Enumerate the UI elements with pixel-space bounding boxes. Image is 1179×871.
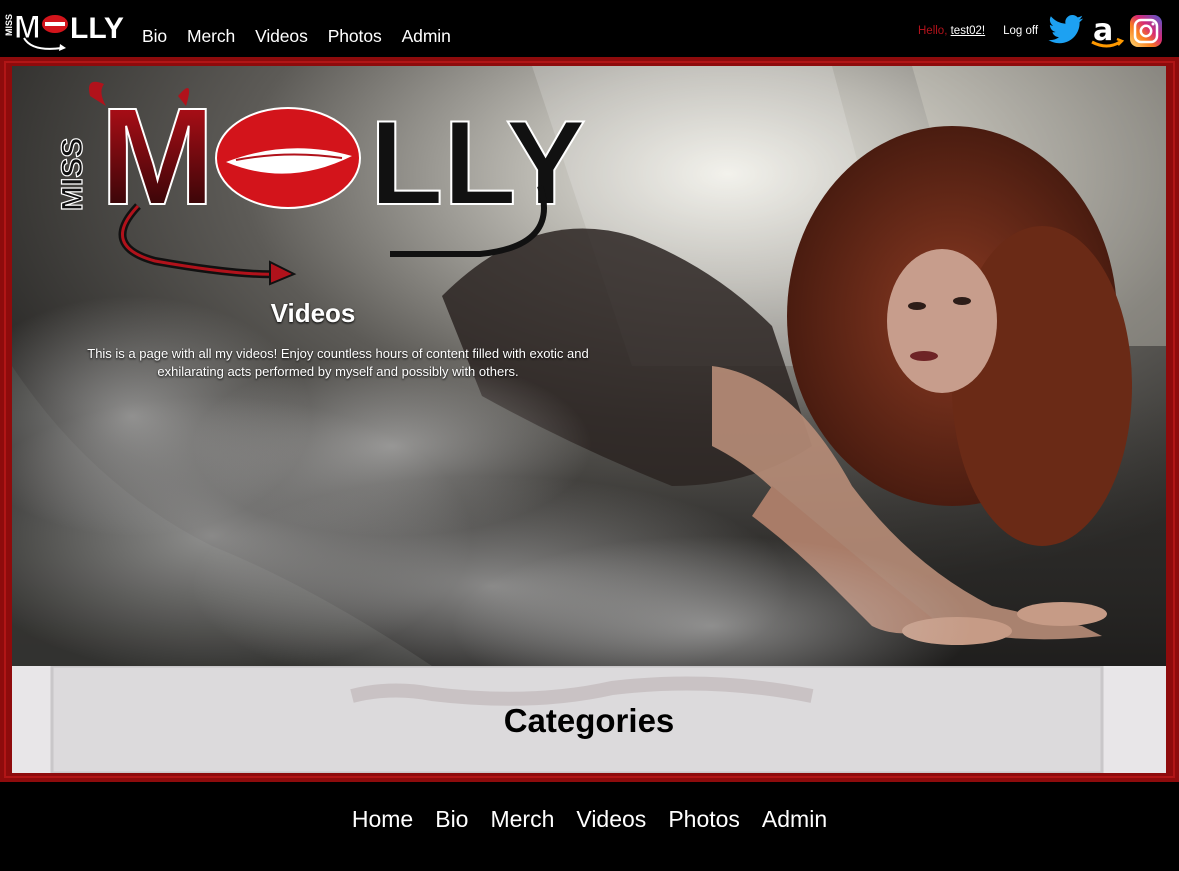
hero-logo: MISS M LLY — [60, 79, 587, 286]
nav-item-bio[interactable]: Bio — [142, 26, 167, 47]
hero-description: This is a page with all my videos! Enjoy… — [87, 346, 589, 379]
top-navbar: MISS M LLY Bio Merch Videos Photos Admin… — [0, 0, 1179, 57]
footer-item-videos[interactable]: Videos — [576, 806, 646, 833]
twitter-icon[interactable] — [1048, 14, 1084, 46]
site-logo[interactable]: MISS M LLY — [2, 2, 130, 54]
footer-item-home[interactable]: Home — [352, 806, 413, 833]
hero-banner: MISS M LLY Videos This is a page with al… — [12, 66, 1166, 666]
footer-item-merch[interactable]: Merch — [490, 806, 554, 833]
user-area: Hello, test02! Log off — [918, 25, 1038, 37]
amazon-icon[interactable]: a — [1090, 14, 1124, 50]
footer: Home Bio Merch Videos Photos Admin — [0, 782, 1179, 871]
logoff-link[interactable]: Log off — [1003, 25, 1038, 37]
nav-item-photos[interactable]: Photos — [328, 26, 382, 47]
main-nav: Bio Merch Videos Photos Admin — [142, 26, 471, 47]
svg-text:M: M — [14, 9, 41, 45]
svg-text:MISS: MISS — [4, 14, 14, 36]
svg-text:LLY: LLY — [370, 96, 586, 230]
footer-nav: Home Bio Merch Videos Photos Admin — [0, 806, 1179, 833]
hero-title: Videos — [270, 298, 356, 328]
svg-text:MISS: MISS — [60, 138, 89, 211]
svg-text:LLY: LLY — [70, 12, 124, 45]
nav-item-videos[interactable]: Videos — [255, 26, 308, 47]
footer-item-bio[interactable]: Bio — [435, 806, 468, 833]
hello-label: Hello, — [918, 25, 948, 37]
categories-section: Categories — [12, 666, 1166, 773]
nav-item-merch[interactable]: Merch — [187, 26, 235, 47]
nav-item-admin[interactable]: Admin — [402, 26, 451, 47]
categories-title: Categories — [503, 702, 675, 739]
footer-item-admin[interactable]: Admin — [762, 806, 827, 833]
username-link[interactable]: test02! — [951, 25, 986, 37]
instagram-icon[interactable] — [1129, 14, 1163, 48]
svg-text:M: M — [100, 80, 215, 234]
footer-item-photos[interactable]: Photos — [668, 806, 740, 833]
